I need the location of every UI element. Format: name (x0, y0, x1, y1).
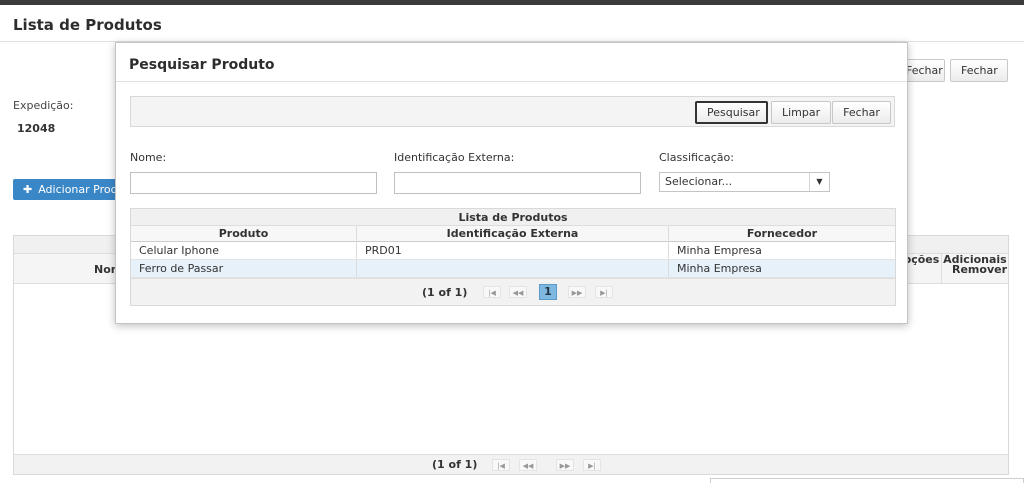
search-results-table: Lista de Produtos Produto Identificação … (130, 208, 896, 306)
limpar-button[interactable]: Limpar (771, 101, 831, 124)
identificacao-externa-label: Identificação Externa: (394, 151, 515, 164)
last-page-icon[interactable]: ▶| (583, 459, 601, 471)
expedicao-label: Expedição: (13, 99, 74, 112)
column-remover[interactable]: Remover (952, 263, 1007, 276)
fechar-button[interactable]: Fechar (832, 101, 891, 124)
plus-icon: ✚ (23, 183, 33, 196)
expedicao-value: 12048 (17, 122, 56, 135)
table-header-row: Produto Identificação Externa Fornecedor (131, 226, 895, 242)
table-paginator: (1 of 1) |◀ ◀◀ ▶▶ ▶| (14, 454, 1008, 474)
last-page-icon[interactable]: ▶| (595, 286, 613, 298)
table-row[interactable]: Ferro de Passar Minha Empresa (131, 260, 895, 278)
cell-identificacao-externa (356, 260, 668, 277)
column-identificacao-externa[interactable]: Identificação Externa (356, 226, 668, 242)
table-caption: Lista de Produtos (131, 209, 895, 226)
dialog-toolbar: Pesquisar Limpar Fechar (130, 96, 895, 127)
chevron-down-icon[interactable]: ▼ (809, 173, 829, 191)
page-info: (1 of 1) (432, 458, 478, 471)
next-page-icon[interactable]: ▶▶ (568, 286, 586, 298)
dialog-title: Pesquisar Produto (129, 57, 275, 73)
next-page-icon[interactable]: ▶▶ (556, 459, 574, 471)
cell-fornecedor: Minha Empresa (668, 260, 895, 277)
classificacao-select[interactable]: Selecionar... ▼ (659, 172, 830, 192)
classificacao-selected-value: Selecionar... (665, 175, 733, 188)
background-fechar-button-2[interactable]: Fechar (950, 59, 1008, 82)
previous-page-icon[interactable]: ◀◀ (509, 286, 527, 298)
first-page-icon[interactable]: |◀ (483, 286, 501, 298)
first-page-icon[interactable]: |◀ (492, 459, 510, 471)
cell-fornecedor: Minha Empresa (668, 242, 895, 259)
pesquisar-button[interactable]: Pesquisar (695, 101, 768, 124)
dialog-divider (116, 81, 907, 82)
bottom-field[interactable] (710, 478, 1024, 483)
page-info: (1 of 1) (422, 286, 468, 299)
column-fornecedor[interactable]: Fornecedor (668, 226, 895, 242)
nome-input[interactable] (130, 172, 377, 194)
table-row[interactable]: Celular Iphone PRD01 Minha Empresa (131, 242, 895, 260)
current-page-button[interactable]: 1 (539, 284, 557, 300)
cell-produto: Ferro de Passar (139, 262, 224, 275)
dialog-paginator: (1 of 1) |◀ ◀◀ 1 ▶▶ ▶| (131, 278, 895, 305)
top-bar (0, 0, 1024, 5)
previous-page-icon[interactable]: ◀◀ (519, 459, 537, 471)
column-produto[interactable]: Produto (131, 226, 356, 242)
page-title: Lista de Produtos (13, 16, 162, 34)
search-product-dialog: Pesquisar Produto Pesquisar Limpar Fecha… (115, 42, 908, 324)
identificacao-externa-input[interactable] (394, 172, 641, 194)
cell-identificacao-externa: PRD01 (356, 242, 668, 259)
cell-produto: Celular Iphone (139, 244, 219, 257)
column-divider (941, 254, 942, 284)
nome-label: Nome: (130, 151, 167, 164)
classificacao-label: Classificação: (659, 151, 734, 164)
